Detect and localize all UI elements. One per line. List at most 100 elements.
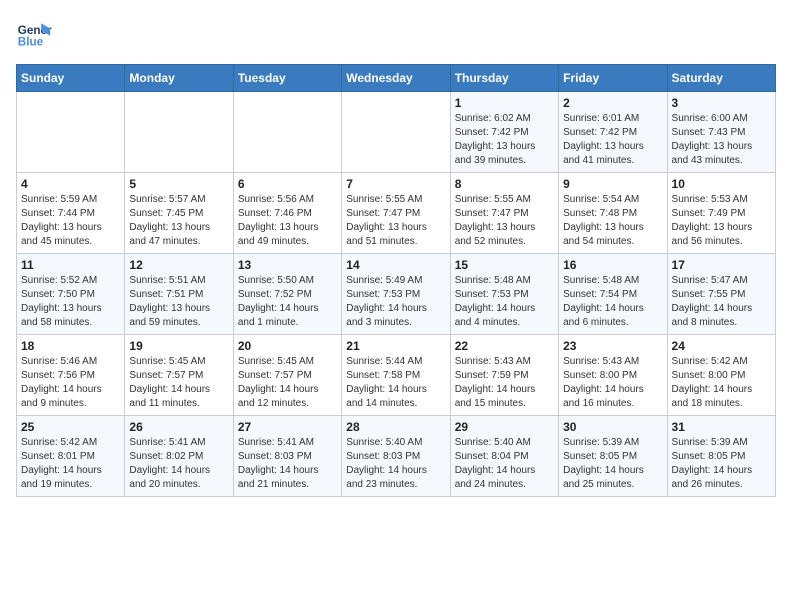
day-detail: Sunrise: 5:41 AM Sunset: 8:03 PM Dayligh… — [238, 436, 337, 492]
day-number: 25 — [21, 420, 120, 434]
calendar-cell: 16 Sunrise: 5:48 AM Sunset: 7:54 PM Dayli… — [559, 254, 667, 335]
day-detail: Sunrise: 5:55 AM Sunset: 7:47 PM Dayligh… — [455, 193, 554, 249]
day-number: 12 — [129, 258, 228, 272]
day-detail: Sunrise: 5:45 AM Sunset: 7:57 PM Dayligh… — [129, 355, 228, 411]
day-detail: Sunrise: 5:40 AM Sunset: 8:03 PM Dayligh… — [346, 436, 445, 492]
day-number: 30 — [563, 420, 662, 434]
day-number: 29 — [455, 420, 554, 434]
calendar-cell: 11 Sunrise: 5:52 AM Sunset: 7:50 PM Dayli… — [17, 254, 125, 335]
svg-text:Blue: Blue — [18, 36, 44, 49]
day-detail: Sunrise: 5:42 AM Sunset: 8:01 PM Dayligh… — [21, 436, 120, 492]
day-number: 19 — [129, 339, 228, 353]
day-number: 17 — [672, 258, 771, 272]
calendar-cell: 4 Sunrise: 5:59 AM Sunset: 7:44 PM Daylig… — [17, 173, 125, 254]
day-detail: Sunrise: 5:48 AM Sunset: 7:54 PM Dayligh… — [563, 274, 662, 330]
day-number: 8 — [455, 177, 554, 191]
logo-icon: General Blue — [16, 16, 52, 52]
weekday-header: Thursday — [450, 65, 558, 92]
day-number: 31 — [672, 420, 771, 434]
day-detail: Sunrise: 5:57 AM Sunset: 7:45 PM Dayligh… — [129, 193, 228, 249]
calendar-cell: 3 Sunrise: 6:00 AM Sunset: 7:43 PM Daylig… — [667, 92, 775, 173]
day-number: 10 — [672, 177, 771, 191]
day-detail: Sunrise: 6:00 AM Sunset: 7:43 PM Dayligh… — [672, 112, 771, 168]
day-number: 6 — [238, 177, 337, 191]
day-detail: Sunrise: 5:47 AM Sunset: 7:55 PM Dayligh… — [672, 274, 771, 330]
day-number: 11 — [21, 258, 120, 272]
day-number: 22 — [455, 339, 554, 353]
day-detail: Sunrise: 5:43 AM Sunset: 7:59 PM Dayligh… — [455, 355, 554, 411]
calendar-cell: 1 Sunrise: 6:02 AM Sunset: 7:42 PM Daylig… — [450, 92, 558, 173]
logo: General Blue — [16, 16, 52, 52]
calendar-cell: 5 Sunrise: 5:57 AM Sunset: 7:45 PM Daylig… — [125, 173, 233, 254]
calendar-cell: 29 Sunrise: 5:40 AM Sunset: 8:04 PM Dayli… — [450, 416, 558, 497]
calendar-cell: 2 Sunrise: 6:01 AM Sunset: 7:42 PM Daylig… — [559, 92, 667, 173]
calendar-cell: 6 Sunrise: 5:56 AM Sunset: 7:46 PM Daylig… — [233, 173, 341, 254]
day-number: 3 — [672, 96, 771, 110]
day-detail: Sunrise: 5:40 AM Sunset: 8:04 PM Dayligh… — [455, 436, 554, 492]
day-detail: Sunrise: 5:48 AM Sunset: 7:53 PM Dayligh… — [455, 274, 554, 330]
calendar-week-row: 4 Sunrise: 5:59 AM Sunset: 7:44 PM Daylig… — [17, 173, 776, 254]
weekday-header: Tuesday — [233, 65, 341, 92]
calendar-cell: 19 Sunrise: 5:45 AM Sunset: 7:57 PM Dayli… — [125, 335, 233, 416]
day-detail: Sunrise: 6:01 AM Sunset: 7:42 PM Dayligh… — [563, 112, 662, 168]
day-detail: Sunrise: 5:52 AM Sunset: 7:50 PM Dayligh… — [21, 274, 120, 330]
day-number: 4 — [21, 177, 120, 191]
day-number: 28 — [346, 420, 445, 434]
day-detail: Sunrise: 5:39 AM Sunset: 8:05 PM Dayligh… — [563, 436, 662, 492]
day-number: 16 — [563, 258, 662, 272]
day-number: 14 — [346, 258, 445, 272]
day-detail: Sunrise: 5:54 AM Sunset: 7:48 PM Dayligh… — [563, 193, 662, 249]
calendar-cell: 15Sunrise: 5:48 AM Sunset: 7:53 PM Dayli… — [450, 254, 558, 335]
day-detail: Sunrise: 5:41 AM Sunset: 8:02 PM Dayligh… — [129, 436, 228, 492]
day-detail: Sunrise: 5:44 AM Sunset: 7:58 PM Dayligh… — [346, 355, 445, 411]
day-detail: Sunrise: 5:42 AM Sunset: 8:00 PM Dayligh… — [672, 355, 771, 411]
day-number: 5 — [129, 177, 228, 191]
day-detail: Sunrise: 5:59 AM Sunset: 7:44 PM Dayligh… — [21, 193, 120, 249]
calendar-cell: 7 Sunrise: 5:55 AM Sunset: 7:47 PM Daylig… — [342, 173, 450, 254]
calendar-cell — [125, 92, 233, 173]
weekday-header: Friday — [559, 65, 667, 92]
calendar-cell — [233, 92, 341, 173]
day-number: 26 — [129, 420, 228, 434]
calendar-cell: 25 Sunrise: 5:42 AM Sunset: 8:01 PM Dayli… — [17, 416, 125, 497]
calendar-cell: 27 Sunrise: 5:41 AM Sunset: 8:03 PM Dayli… — [233, 416, 341, 497]
calendar-cell — [342, 92, 450, 173]
calendar-cell: 20 Sunrise: 5:45 AM Sunset: 7:57 PM Dayli… — [233, 335, 341, 416]
day-number: 9 — [563, 177, 662, 191]
calendar-week-row: 1 Sunrise: 6:02 AM Sunset: 7:42 PM Daylig… — [17, 92, 776, 173]
day-number: 23 — [563, 339, 662, 353]
day-detail: Sunrise: 5:39 AM Sunset: 8:05 PM Dayligh… — [672, 436, 771, 492]
day-number: 2 — [563, 96, 662, 110]
day-number: 20 — [238, 339, 337, 353]
calendar-cell — [17, 92, 125, 173]
calendar-cell: 21 Sunrise: 5:44 AM Sunset: 7:58 PM Dayli… — [342, 335, 450, 416]
calendar-week-row: 25 Sunrise: 5:42 AM Sunset: 8:01 PM Dayli… — [17, 416, 776, 497]
day-detail: Sunrise: 5:53 AM Sunset: 7:49 PM Dayligh… — [672, 193, 771, 249]
calendar-cell: 9 Sunrise: 5:54 AM Sunset: 7:48 PM Daylig… — [559, 173, 667, 254]
day-number: 1 — [455, 96, 554, 110]
calendar-cell: 28 Sunrise: 5:40 AM Sunset: 8:03 PM Dayli… — [342, 416, 450, 497]
calendar-cell: 24Sunrise: 5:42 AM Sunset: 8:00 PM Dayli… — [667, 335, 775, 416]
calendar-cell: 26 Sunrise: 5:41 AM Sunset: 8:02 PM Dayli… — [125, 416, 233, 497]
day-detail: Sunrise: 5:56 AM Sunset: 7:46 PM Dayligh… — [238, 193, 337, 249]
day-detail: Sunrise: 5:55 AM Sunset: 7:47 PM Dayligh… — [346, 193, 445, 249]
calendar-cell: 18Sunrise: 5:46 AM Sunset: 7:56 PM Dayli… — [17, 335, 125, 416]
calendar-cell: 22 Sunrise: 5:43 AM Sunset: 7:59 PM Dayli… — [450, 335, 558, 416]
calendar-cell: 23Sunrise: 5:43 AM Sunset: 8:00 PM Dayli… — [559, 335, 667, 416]
weekday-header-row: SundayMondayTuesdayWednesdayThursdayFrid… — [17, 65, 776, 92]
day-number: 7 — [346, 177, 445, 191]
day-number: 13 — [238, 258, 337, 272]
calendar-week-row: 11 Sunrise: 5:52 AM Sunset: 7:50 PM Dayli… — [17, 254, 776, 335]
day-detail: Sunrise: 5:45 AM Sunset: 7:57 PM Dayligh… — [238, 355, 337, 411]
day-detail: Sunrise: 5:50 AM Sunset: 7:52 PM Dayligh… — [238, 274, 337, 330]
day-number: 21 — [346, 339, 445, 353]
weekday-header: Wednesday — [342, 65, 450, 92]
day-detail: Sunrise: 6:02 AM Sunset: 7:42 PM Dayligh… — [455, 112, 554, 168]
calendar-cell: 12Sunrise: 5:51 AM Sunset: 7:51 PM Dayli… — [125, 254, 233, 335]
day-number: 18 — [21, 339, 120, 353]
weekday-header: Sunday — [17, 65, 125, 92]
day-detail: Sunrise: 5:49 AM Sunset: 7:53 PM Dayligh… — [346, 274, 445, 330]
day-number: 27 — [238, 420, 337, 434]
calendar-cell: 13 Sunrise: 5:50 AM Sunset: 7:52 PM Dayli… — [233, 254, 341, 335]
calendar-cell: 8 Sunrise: 5:55 AM Sunset: 7:47 PM Daylig… — [450, 173, 558, 254]
